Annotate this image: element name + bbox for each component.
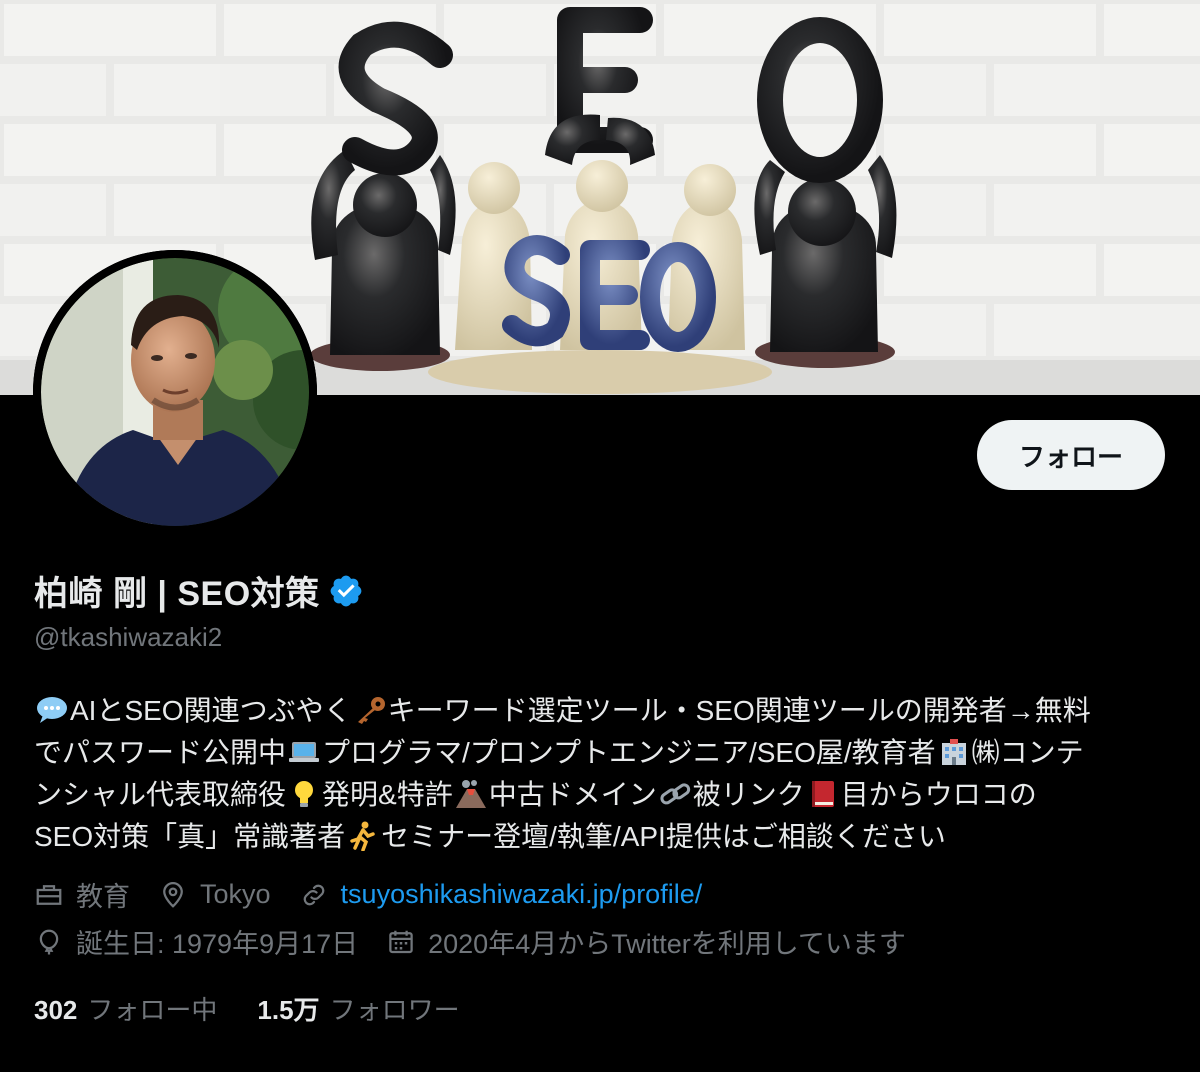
bio-text: 中古ドメイン (488, 779, 657, 810)
bio-text: 発明&特許 (322, 779, 453, 810)
joined-label: 2020年4月からTwitterを利用しています (428, 929, 906, 959)
avatar[interactable] (33, 250, 317, 534)
bio-text: ㈱コンテ (971, 737, 1084, 768)
calendar-icon (389, 930, 413, 953)
bio-text: SEO対策「真」常識著者 (34, 821, 346, 852)
verified-badge-icon[interactable] (328, 573, 364, 609)
following-label: フォロー中 (87, 995, 218, 1025)
profile-photo (33, 250, 317, 534)
follow-counts: 302 フォロー中 1.5万 フォロワー (34, 990, 500, 1027)
light-bulb-icon (295, 781, 314, 807)
bio-text: AIとSEO関連つぶやく (70, 695, 352, 726)
profile-handle: @tkashiwazaki2 (34, 622, 223, 652)
profile-bio: AIとSEO関連つぶやく キーワード選定ツール・SEO関連ツールの開発者→無料 で… (34, 690, 1174, 858)
bio-text: セミナー登壇/執筆/API提供はご相談ください (381, 821, 946, 852)
speech-bubble-icon (37, 697, 67, 723)
bio-text: キーワード選定ツール・SEO関連ツールの開発者→無料 (387, 695, 1091, 726)
laptop-icon (289, 742, 320, 762)
follow-button[interactable]: フォロー (977, 420, 1165, 490)
bio-text: でパスワード公開中 (34, 737, 287, 768)
profile-category: 教育 (34, 875, 130, 914)
following-count-link[interactable]: 302 フォロー中 (34, 990, 217, 1027)
display-name: 柏崎 剛 | SEO対策 (34, 575, 320, 613)
bio-text: 被リンク (692, 779, 805, 810)
location-pin-icon (163, 881, 183, 908)
bio-text: 目からウロコの (840, 779, 1037, 810)
following-count: 302 (34, 995, 78, 1025)
followers-count-link[interactable]: 1.5万 フォロワー (257, 990, 459, 1027)
category-label: 教育 (76, 882, 130, 912)
profile-name-row: 柏崎 剛 | SEO対策 (34, 566, 364, 615)
profile-meta-row: 誕生日: 1979年9月17日 2020年4月からTwitterを利用しています (34, 922, 934, 961)
location-label: Tokyo (200, 879, 271, 909)
profile-website[interactable]: tsuyoshikashiwazaki.jp/profile/ (299, 879, 703, 910)
followers-label: フォロワー (329, 995, 460, 1025)
link-icon (303, 884, 324, 905)
briefcase-icon (36, 884, 62, 905)
profile-birthday: 誕生日: 1979年9月17日 (34, 922, 358, 961)
birthday-label: 誕生日: 1979年9月17日 (76, 929, 359, 959)
followers-count: 1.5万 (257, 995, 320, 1025)
profile-meta-row: 教育 Tokyo tsuyoshikashiwazaki.jp/profile/ (34, 875, 730, 914)
bio-text: プログラマ/プロンプトエンジニア/SEO屋/教育者 (322, 737, 936, 768)
profile-joined: 2020年4月からTwitterを利用しています (386, 922, 906, 961)
book-icon (811, 781, 834, 807)
running-person-icon (350, 821, 375, 851)
bio-text: ンシャル代表取締役 (34, 779, 287, 810)
volcano-icon (455, 780, 486, 808)
key-icon (357, 697, 385, 724)
website-link[interactable]: tsuyoshikashiwazaki.jp/profile/ (341, 879, 703, 910)
office-building-icon (941, 739, 966, 765)
link-chain-icon (660, 783, 690, 805)
profile-location: Tokyo (158, 879, 271, 910)
balloon-icon (39, 929, 59, 954)
